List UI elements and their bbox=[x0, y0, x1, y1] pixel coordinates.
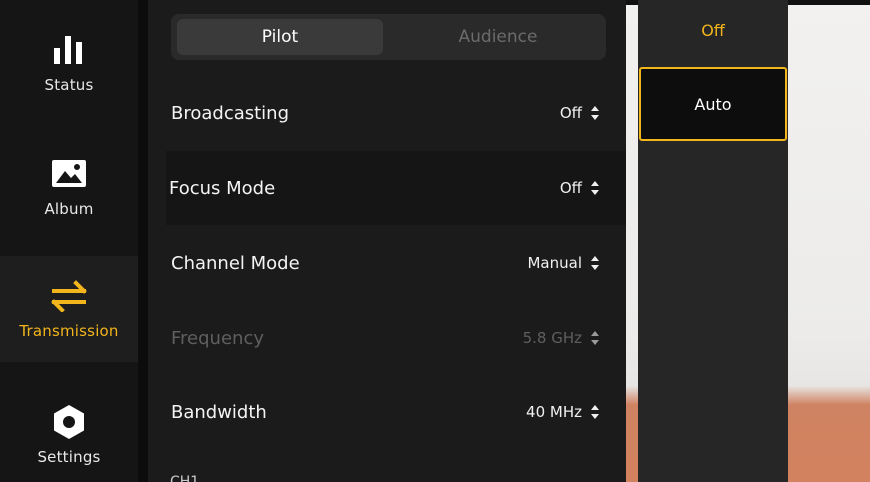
setting-value: Off bbox=[560, 179, 600, 197]
setting-label: Channel Mode bbox=[171, 252, 300, 274]
sidebar-item-album[interactable]: Album bbox=[0, 128, 138, 234]
setting-label: Frequency bbox=[171, 327, 264, 349]
setting-row-channel-mode[interactable]: Channel Mode Manual bbox=[168, 226, 626, 300]
setting-label: Broadcasting bbox=[171, 102, 290, 124]
dropdown-option-off[interactable]: Off bbox=[638, 12, 788, 48]
setting-value: Manual bbox=[527, 254, 600, 272]
image-icon bbox=[49, 154, 89, 194]
setting-row-frequency: Frequency 5.8 GHz bbox=[168, 301, 626, 375]
transmission-settings-panel: Pilot Audience Broadcasting Off Focus Mo… bbox=[148, 0, 626, 482]
setting-row-broadcasting[interactable]: Broadcasting Off bbox=[168, 76, 626, 150]
sidebar-item-label: Album bbox=[44, 200, 94, 218]
setting-value-text: 5.8 GHz bbox=[522, 329, 582, 347]
setting-value-text: Off bbox=[559, 104, 582, 122]
setting-row-focus-mode[interactable]: Focus Mode Off bbox=[166, 151, 626, 225]
tab-pilot[interactable]: Pilot bbox=[177, 19, 383, 55]
sidebar: Status Album Transmission Settings bbox=[0, 0, 138, 482]
sidebar-item-status[interactable]: Status bbox=[0, 4, 138, 110]
tab-bar: Pilot Audience bbox=[171, 14, 606, 60]
sidebar-item-transmission[interactable]: Transmission bbox=[0, 256, 138, 362]
up-down-arrows-icon bbox=[590, 405, 600, 419]
sidebar-item-label: Status bbox=[44, 76, 94, 94]
up-down-arrows-icon bbox=[590, 181, 600, 195]
setting-value-text: Manual bbox=[527, 254, 582, 272]
setting-row-partial[interactable]: CH1 bbox=[170, 474, 199, 482]
setting-row-bandwidth[interactable]: Bandwidth 40 MHz bbox=[168, 375, 626, 449]
setting-value: Off bbox=[560, 104, 600, 122]
setting-value-text: 40 MHz bbox=[526, 403, 582, 421]
up-down-arrows-icon bbox=[590, 256, 600, 270]
setting-label: Bandwidth bbox=[171, 401, 267, 423]
hexagon-gear-icon bbox=[49, 402, 89, 442]
tab-audience[interactable]: Audience bbox=[395, 19, 601, 55]
setting-label: Focus Mode bbox=[169, 177, 276, 199]
transfer-arrows-icon bbox=[49, 276, 89, 316]
up-down-arrows-icon bbox=[590, 106, 600, 120]
up-down-arrows-icon bbox=[590, 331, 600, 345]
sidebar-divider bbox=[138, 0, 148, 482]
sidebar-item-label: Settings bbox=[37, 448, 101, 466]
bar-chart-icon bbox=[49, 30, 89, 70]
value-dropdown: Off Auto bbox=[638, 0, 788, 482]
setting-value: 40 MHz bbox=[526, 403, 600, 421]
sidebar-item-settings[interactable]: Settings bbox=[0, 376, 138, 482]
setting-value: 5.8 GHz bbox=[523, 329, 600, 347]
dropdown-option-auto[interactable]: Auto bbox=[639, 67, 787, 141]
sidebar-item-label: Transmission bbox=[19, 322, 119, 340]
setting-value-text: Off bbox=[559, 179, 582, 197]
